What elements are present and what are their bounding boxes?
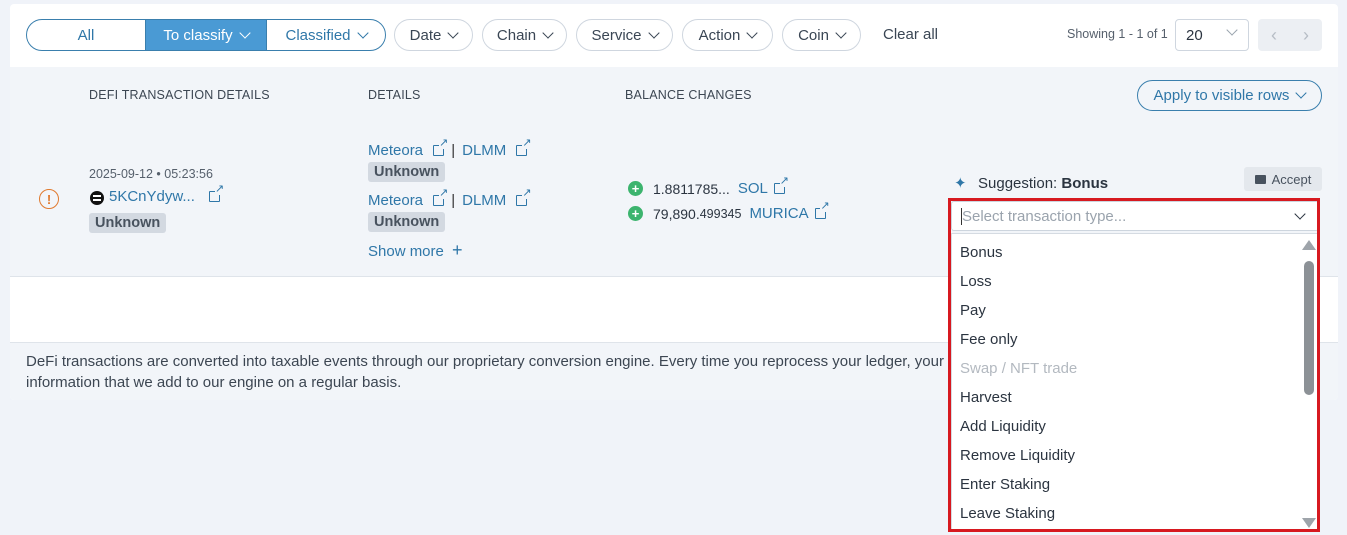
transaction-datetime: 2025-09-12 • 05:23:56 (89, 167, 213, 181)
option-swap-nft-trade: Swap / NFT trade (960, 360, 1078, 377)
coin-link[interactable]: MURICA (749, 205, 808, 222)
chevron-down-icon (647, 26, 660, 39)
suggestion-label: Suggestion: (978, 175, 1058, 192)
accept-label: Accept (1271, 171, 1312, 187)
external-link-icon[interactable] (516, 138, 532, 156)
protocol-link[interactable]: Meteora (368, 142, 423, 159)
coin-link[interactable]: SOL (738, 180, 768, 197)
filter-action-label: Action (698, 26, 741, 44)
chevron-down-icon (746, 26, 759, 39)
external-link-icon[interactable] (773, 176, 789, 194)
plus-circle-icon: + (628, 181, 643, 196)
filter-chain[interactable]: Chain (482, 19, 567, 51)
chevron-down-icon (447, 26, 460, 39)
filter-action[interactable]: Action (682, 19, 773, 51)
suggestion-value: Bonus (1061, 175, 1109, 192)
external-link-icon[interactable] (433, 138, 449, 156)
per-page-select[interactable]: 20 (1175, 19, 1249, 51)
chevron-down-icon (1226, 24, 1238, 36)
apply-to-visible-rows-button[interactable]: Apply to visible rows (1137, 80, 1322, 111)
option-enter-staking[interactable]: Enter Staking (960, 476, 1050, 493)
show-more-button[interactable]: Show more + (368, 240, 463, 261)
plus-icon: + (452, 240, 463, 260)
details-line-2: Meteora | DLMM (368, 188, 532, 209)
option-loss[interactable]: Loss (960, 273, 992, 290)
balance-amount-decimals: 499345 (699, 206, 742, 221)
transaction-hash-link[interactable]: 5KCnYdyw... (109, 184, 225, 205)
details-tag: Unknown (368, 162, 446, 182)
pagination-summary: Showing 1 - 1 of 1 (1067, 27, 1168, 41)
transaction-hash: 5KCnYdyw... (109, 188, 195, 205)
scrollbar-thumb[interactable] (1304, 261, 1314, 395)
check-square-icon (1254, 174, 1266, 184)
segment-classified-label: Classified (285, 26, 351, 44)
option-add-liquidity[interactable]: Add Liquidity (960, 418, 1046, 435)
next-page-icon[interactable]: › (1303, 25, 1309, 46)
per-page-value: 20 (1186, 26, 1203, 44)
external-link-icon[interactable] (209, 184, 225, 202)
pool-link[interactable]: DLMM (462, 142, 506, 159)
option-fee-only[interactable]: Fee only (960, 331, 1018, 348)
external-link-icon[interactable] (814, 201, 830, 219)
plus-circle-icon: + (628, 206, 643, 221)
suggestion-text: Suggestion: Bonus (978, 175, 1108, 192)
classification-segmented-control: All To classify Classified (26, 19, 386, 51)
transaction-type-placeholder: Select transaction type... (962, 207, 1127, 225)
chevron-down-icon (542, 26, 554, 39)
filter-coin[interactable]: Coin (782, 19, 861, 51)
pagination-controls: ‹ › (1258, 19, 1322, 51)
filter-coin-label: Coin (798, 26, 829, 44)
external-link-icon[interactable] (433, 188, 449, 206)
text-caret (961, 208, 962, 225)
filter-service[interactable]: Service (576, 19, 673, 51)
clear-all-button[interactable]: Clear all (883, 26, 938, 43)
show-more-label: Show more (368, 243, 444, 260)
header-balance-changes: BALANCE CHANGES (625, 88, 752, 102)
chevron-down-icon (238, 26, 251, 39)
option-harvest[interactable]: Harvest (960, 389, 1012, 406)
table-header: DEFI TRANSACTION DETAILS DETAILS BALANCE… (10, 67, 1338, 122)
balance-amount: 79,890. (653, 205, 700, 222)
filter-chain-label: Chain (496, 26, 537, 44)
details-line-1: Meteora | DLMM (368, 138, 532, 159)
apply-button-label: Apply to visible rows (1153, 87, 1290, 104)
chevron-down-icon (1295, 87, 1308, 99)
segment-to-classify[interactable]: To classify (145, 20, 266, 50)
chevron-down-icon (835, 26, 847, 39)
status-badge: Unknown (89, 213, 167, 233)
filter-date[interactable]: Date (394, 19, 473, 51)
solana-icon (90, 191, 104, 205)
option-leave-staking[interactable]: Leave Staking (960, 505, 1055, 522)
header-defi-details: DEFI TRANSACTION DETAILS (89, 88, 270, 102)
separator: | (451, 142, 456, 159)
magic-wand-icon: ✦ (954, 175, 967, 192)
filter-date-label: Date (409, 26, 442, 44)
balance-amount: 1.8811785... (653, 180, 730, 197)
option-pay[interactable]: Pay (960, 302, 986, 319)
header-details: DETAILS (368, 88, 421, 102)
chevron-down-icon (356, 26, 369, 39)
option-remove-liquidity[interactable]: Remove Liquidity (960, 447, 1075, 464)
warning-icon: ! (39, 189, 59, 209)
prev-page-icon[interactable]: ‹ (1271, 25, 1277, 46)
segment-all[interactable]: All (27, 20, 145, 50)
details-tag: Unknown (368, 212, 446, 232)
protocol-link[interactable]: Meteora (368, 192, 423, 209)
balance-change-row: + 79,890. 499345 MURICA (628, 201, 830, 222)
transaction-type-select[interactable]: Select transaction type... (951, 201, 1319, 231)
pool-link[interactable]: DLMM (462, 192, 506, 209)
balance-change-row: + 1.8811785... SOL (628, 176, 789, 197)
options-scrollbar[interactable] (1302, 238, 1316, 528)
segment-to-classify-label: To classify (163, 26, 233, 44)
external-link-icon[interactable] (516, 188, 532, 206)
accept-suggestion-button[interactable]: Accept (1244, 167, 1322, 191)
scroll-up-arrow-icon[interactable] (1302, 240, 1316, 250)
segment-classified[interactable]: Classified (266, 20, 385, 50)
separator: | (451, 192, 456, 209)
transaction-type-options: Bonus Loss Pay Fee only Swap / NFT trade… (951, 233, 1319, 530)
option-bonus[interactable]: Bonus (960, 244, 1003, 261)
chevron-down-icon (1294, 208, 1306, 220)
scroll-down-arrow-icon[interactable] (1302, 518, 1316, 528)
filter-service-label: Service (591, 26, 642, 44)
